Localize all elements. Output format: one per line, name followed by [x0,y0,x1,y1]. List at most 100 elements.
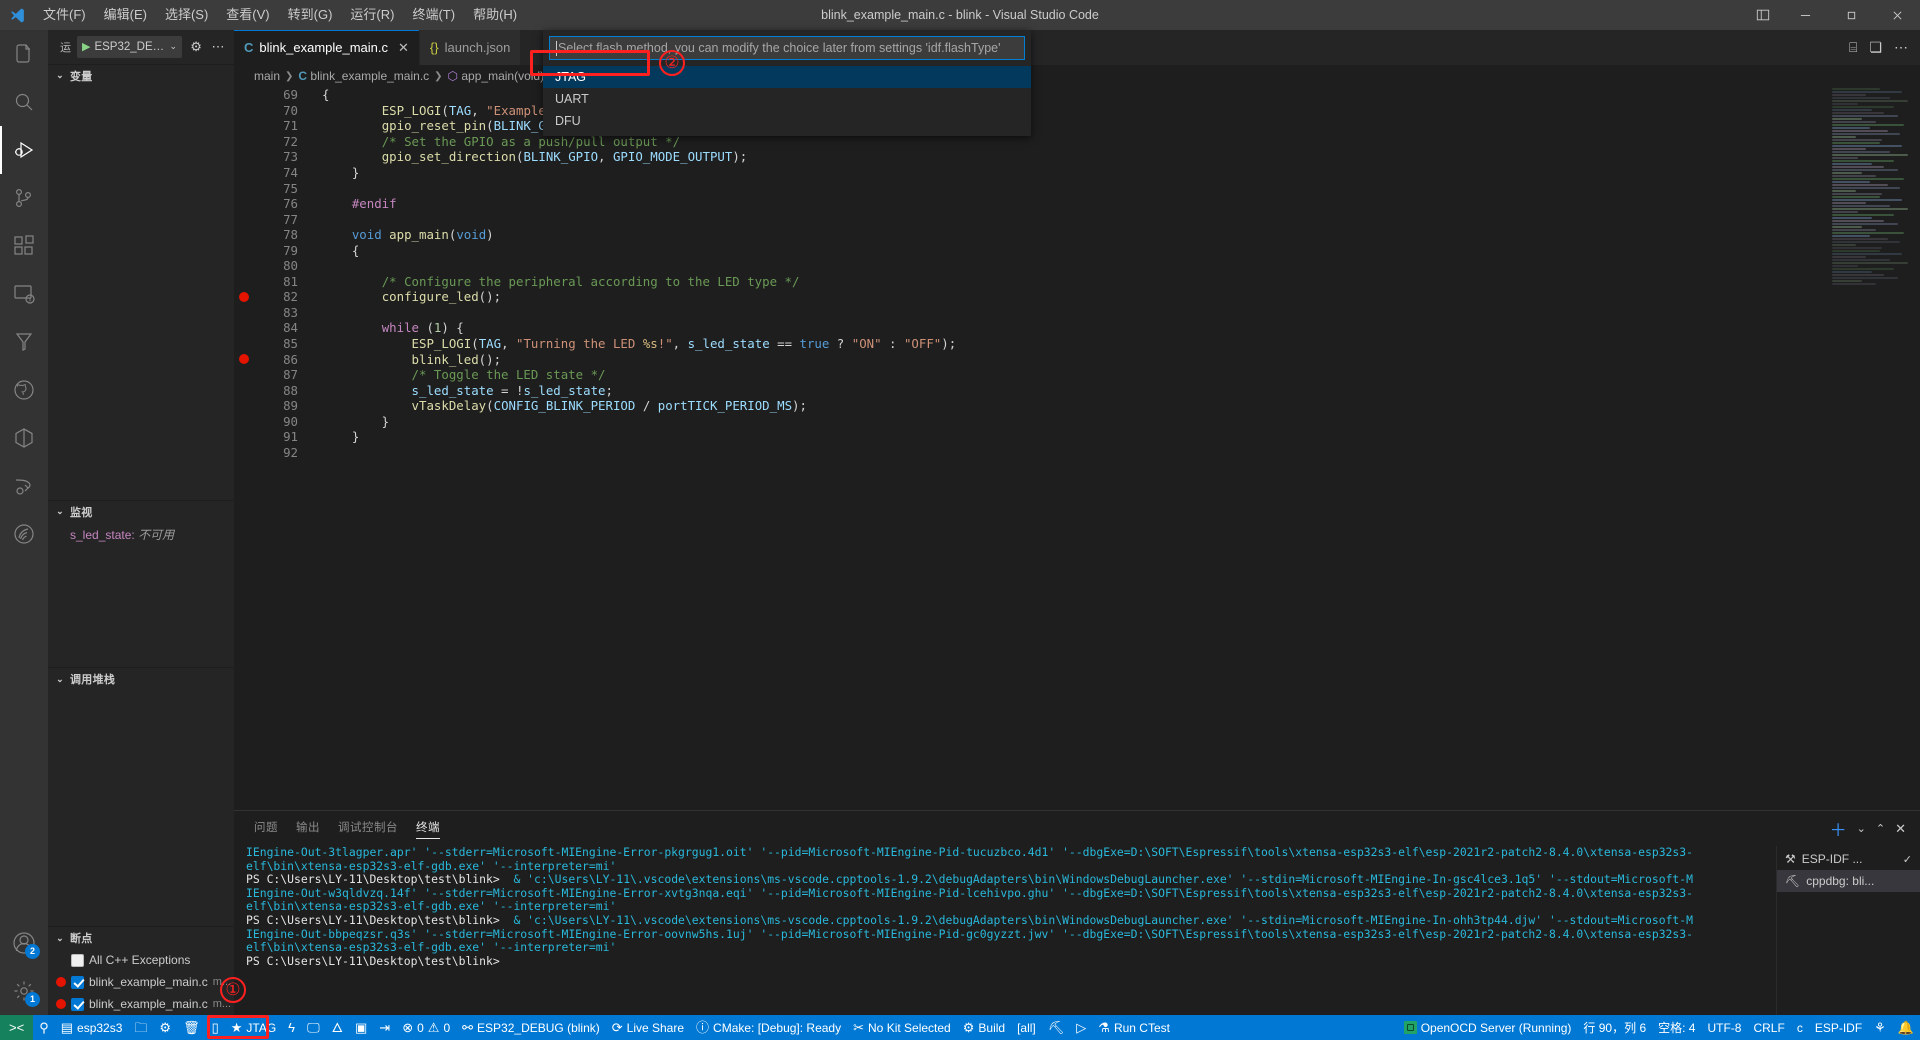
status-problems[interactable]: ⊗ 0 ⚠ 0 [396,1015,456,1040]
code-line[interactable]: 78 void app_main(void) [234,227,1828,243]
status-notifications[interactable]: 🔔 [1892,1015,1920,1040]
code-line[interactable]: 84 while (1) { [234,320,1828,336]
activity-manage-settings[interactable]: 1 [0,967,48,1015]
minimap[interactable] [1828,87,1920,810]
activity-explorer[interactable] [0,30,48,78]
line-content[interactable]: } [300,165,359,180]
activity-run-and-debug[interactable] [0,126,48,174]
variables-pane-header[interactable]: ⌄ 变量 [48,65,234,87]
status-cursor-position[interactable]: 行 90，列 6 [1577,1015,1652,1040]
menu-run[interactable]: 运行(R) [341,0,403,30]
close-icon[interactable]: ✕ [398,40,409,56]
status-debug-button[interactable]: ⛏ [1042,1015,1071,1040]
activity-search[interactable] [0,78,48,126]
menu-go[interactable]: 转到(G) [279,0,342,30]
code-editor[interactable]: 69{70 ESP_LOGI(TAG, "Example configured … [234,87,1920,810]
status-indentation[interactable]: 空格: 4 [1652,1015,1701,1040]
status-debug-session[interactable]: ⚯ ESP32_DEBUG (blink) [456,1015,606,1040]
editor-layout-icon[interactable] [1744,0,1782,30]
panel-tab-output[interactable]: 输出 [296,811,320,846]
gear-icon[interactable]: ⚙ [188,39,204,55]
menu-terminal[interactable]: 终端(T) [403,0,464,30]
code-line[interactable]: 83 [234,305,1828,321]
code-line[interactable]: 90 } [234,413,1828,429]
code-line[interactable]: 88 s_led_state = !s_led_state; [234,382,1828,398]
menu-help[interactable]: 帮助(H) [464,0,526,30]
status-monitor-device[interactable]: 🖵 [301,1015,326,1040]
code-line[interactable]: 81 /* Configure the peripheral according… [234,274,1828,290]
debug-configuration-select[interactable]: ▶ ESP32_DEBUG ⌄ [77,35,183,58]
status-feedback[interactable]: ⚘ [1868,1015,1892,1040]
activity-remote-explorer[interactable]: x [0,270,48,318]
run-icon[interactable]: ⌸ [1849,39,1857,56]
maximize-button[interactable] [1828,0,1874,30]
status-kit[interactable]: ✂ No Kit Selected [847,1015,957,1040]
line-content[interactable]: #endif [300,196,397,211]
line-content[interactable]: while (1) { [300,320,464,335]
terminal-output[interactable]: IEngine-Out-3tlagper.apr' '--stderr=Micr… [234,846,1776,1015]
breadcrumb-file[interactable]: blink_example_main.c [310,69,429,83]
breakpoints-pane-header[interactable]: ⌄ 断点 [48,927,234,949]
line-content[interactable]: { [300,87,329,102]
chevron-down-icon[interactable]: ⌄ [54,933,66,944]
code-line[interactable]: 82 configure_led(); [234,289,1828,305]
watch-item[interactable]: s_led_state: 不可用 [48,523,234,543]
menu-view[interactable]: 查看(V) [217,0,278,30]
breakpoint-checkbox[interactable] [71,997,84,1011]
code-line[interactable]: 75 [234,180,1828,196]
chevron-down-icon[interactable]: ⌄ [54,70,66,81]
line-content[interactable]: vTaskDelay(CONFIG_BLINK_PERIOD / portTIC… [300,398,807,413]
close-panel-icon[interactable]: ✕ [1895,821,1906,837]
play-icon[interactable]: ▶ [82,40,90,53]
status-sdk-config[interactable]: 🗀 [128,1015,153,1040]
activity-github[interactable] [0,366,48,414]
status-build[interactable]: ⚙ Build [957,1015,1011,1040]
breakpoint-checkbox[interactable] [71,953,84,967]
status-build-settings[interactable]: ⚙ [153,1015,177,1040]
line-content[interactable]: s_led_state = !s_led_state; [300,383,613,398]
code-line[interactable]: 89 vTaskDelay(CONFIG_BLINK_PERIOD / port… [234,398,1828,414]
chevron-down-icon[interactable]: ⌄ [1857,822,1866,835]
status-port[interactable]: ⚲ [33,1015,55,1040]
status-encoding[interactable]: UTF-8 [1701,1015,1747,1040]
status-target[interactable]: [all] [1011,1015,1042,1040]
status-language-mode[interactable]: c [1791,1015,1809,1040]
breakpoint-dot-icon[interactable] [239,354,249,365]
activity-testing[interactable] [0,318,48,366]
status-eol[interactable]: CRLF [1747,1015,1790,1040]
breadcrumb-symbol[interactable]: app_main(void) [461,69,544,83]
activity-accounts[interactable]: 2 [0,919,48,967]
quick-pick-input[interactable]: Select flash method, you can modify the … [549,36,1025,60]
status-flash-device[interactable]: ϟ [282,1015,301,1040]
code-line[interactable]: 92 [234,445,1828,461]
code-line[interactable]: 79 { [234,242,1828,258]
code-line[interactable]: 91 } [234,429,1828,445]
breakpoint-dot-icon[interactable] [239,291,249,302]
quickpick-jtag-option[interactable]: JTAG [543,66,1031,88]
terminal-tab-esp-idf[interactable]: ⚒ ESP-IDF ... ✓ [1777,848,1920,870]
panel-tab-debug-console[interactable]: 调试控制台 [338,811,398,846]
code-line[interactable]: 71 gpio_reset_pin(BLINK_GPIO); [234,118,1828,134]
new-terminal-icon[interactable]: ＋ [1830,816,1847,841]
code-line[interactable]: 73 gpio_set_direction(BLINK_GPIO, GPIO_M… [234,149,1828,165]
split-editor-icon[interactable]: ❏ [1869,39,1882,56]
code-line[interactable]: 86 blink_led(); [234,351,1828,367]
maximize-panel-icon[interactable]: ⌃ [1876,822,1885,835]
breadcrumb-folder[interactable]: main [254,69,280,83]
panel-tab-terminal[interactable]: 终端 [416,811,440,846]
code-line[interactable]: 70 ESP_LOGI(TAG, "Example configured to [234,103,1828,119]
line-content[interactable]: } [300,414,389,429]
menu-edit[interactable]: 编辑(E) [95,0,156,30]
line-content[interactable]: gpio_reset_pin(BLINK_GPIO); [300,118,583,133]
breakpoint-item[interactable]: All C++ Exceptions [48,949,234,971]
panel-tab-problems[interactable]: 问题 [254,811,278,846]
activity-live-share[interactable] [0,462,48,510]
status-cmake[interactable]: ⓘ CMake: [Debug]: Ready [690,1015,847,1040]
activity-docker[interactable] [0,414,48,462]
code-line[interactable]: 69{ [234,87,1828,103]
status-run-ctest[interactable]: ⚗ Run CTest [1092,1015,1176,1040]
line-content[interactable]: blink_led(); [300,352,502,367]
code-line[interactable]: 77 [234,211,1828,227]
line-content[interactable]: gpio_set_direction(BLINK_GPIO, GPIO_MODE… [300,149,748,164]
status-open-terminal[interactable]: ▣ [349,1015,373,1040]
